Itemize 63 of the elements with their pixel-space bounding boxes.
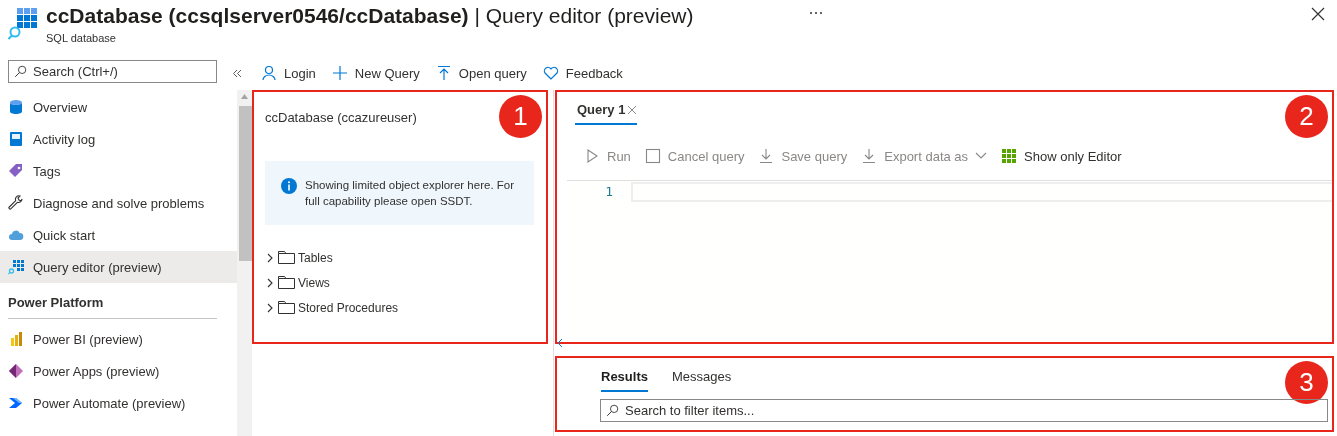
folder-icon bbox=[278, 251, 295, 264]
download-icon bbox=[758, 148, 775, 164]
plus-icon bbox=[331, 65, 348, 81]
page-subtitle: SQL database bbox=[46, 32, 117, 44]
database-icon bbox=[8, 99, 24, 115]
callout-number: 1 bbox=[499, 95, 542, 138]
upload-icon bbox=[435, 65, 452, 81]
toolbar-button[interactable]: New Query bbox=[331, 65, 420, 81]
play-icon bbox=[584, 148, 600, 164]
grid-search-icon bbox=[8, 6, 38, 40]
chevron-left-icon[interactable] bbox=[557, 338, 563, 348]
more-icon[interactable] bbox=[809, 11, 823, 15]
page-title: ccDatabase (ccsqlserver0546/ccDatabase) | Query editor (preview) bbox=[46, 4, 694, 28]
results-tab[interactable]: Messages bbox=[671, 369, 732, 392]
sidebar-item[interactable]: Power Automate (preview) bbox=[0, 387, 237, 419]
person-icon bbox=[261, 65, 277, 81]
close-icon[interactable] bbox=[1311, 7, 1325, 21]
sidebar-item[interactable]: Query editor (preview) bbox=[0, 251, 237, 283]
tree-item[interactable]: Tables bbox=[265, 245, 534, 270]
caret-icon bbox=[975, 152, 988, 160]
info-icon bbox=[281, 178, 297, 194]
folder-icon bbox=[278, 301, 295, 314]
sidebar-item[interactable]: Tags bbox=[0, 155, 237, 187]
toolbar-button[interactable]: Open query bbox=[435, 65, 527, 81]
square-icon bbox=[644, 148, 661, 164]
tree-item[interactable]: Views bbox=[265, 270, 534, 295]
chevron-right-icon[interactable] bbox=[265, 302, 275, 313]
sidebar-item[interactable]: Overview bbox=[0, 91, 237, 123]
search-icon bbox=[606, 404, 619, 417]
callout-number: 2 bbox=[1285, 95, 1328, 138]
diamond-icon bbox=[8, 363, 24, 379]
line-number: 1 bbox=[604, 184, 613, 199]
grid-search-icon bbox=[8, 259, 24, 275]
toolbar-button[interactable]: Login bbox=[261, 65, 316, 81]
download-icon bbox=[861, 148, 878, 164]
results-tab[interactable]: Results bbox=[601, 369, 648, 392]
filter-field[interactable]: Search to filter items... bbox=[600, 399, 1328, 422]
toolbar-button[interactable]: Feedback bbox=[542, 65, 623, 81]
info-text: Showing limited object explorer here. For full capability please open SSDT. bbox=[305, 178, 516, 209]
log-icon bbox=[8, 131, 24, 147]
scrollbar[interactable] bbox=[237, 90, 252, 436]
search-field[interactable]: Search (Ctrl+/) bbox=[8, 60, 217, 83]
chevron-arrow-icon bbox=[8, 395, 24, 411]
command-button[interactable]: Show only Editor bbox=[1001, 148, 1122, 164]
sidebar-item[interactable]: Quick start bbox=[0, 219, 237, 251]
wrench-icon bbox=[8, 195, 24, 211]
grid-icon bbox=[1001, 148, 1018, 164]
tag-icon bbox=[8, 163, 24, 179]
sidebar-item[interactable]: Power BI (preview) bbox=[0, 323, 237, 355]
sidebar-item[interactable]: Power Apps (preview) bbox=[0, 355, 237, 387]
sidebar-item[interactable]: Diagnose and solve problems bbox=[0, 187, 237, 219]
section-heading: Power Platform bbox=[7, 294, 105, 312]
query-tab[interactable]: Query 1 bbox=[575, 102, 638, 125]
bar-chart-icon bbox=[8, 331, 24, 347]
chevron-right-icon[interactable] bbox=[265, 277, 275, 288]
sidebar-item[interactable]: Activity log bbox=[0, 123, 237, 155]
folder-icon bbox=[278, 276, 295, 289]
heart-icon bbox=[542, 65, 559, 81]
chevron-right-icon[interactable] bbox=[265, 252, 275, 263]
search-icon bbox=[14, 65, 27, 78]
callout-number: 3 bbox=[1285, 361, 1328, 404]
connection-label: ccDatabase (ccazureuser) bbox=[265, 110, 417, 125]
tree-item[interactable]: Stored Procedures bbox=[265, 295, 534, 320]
